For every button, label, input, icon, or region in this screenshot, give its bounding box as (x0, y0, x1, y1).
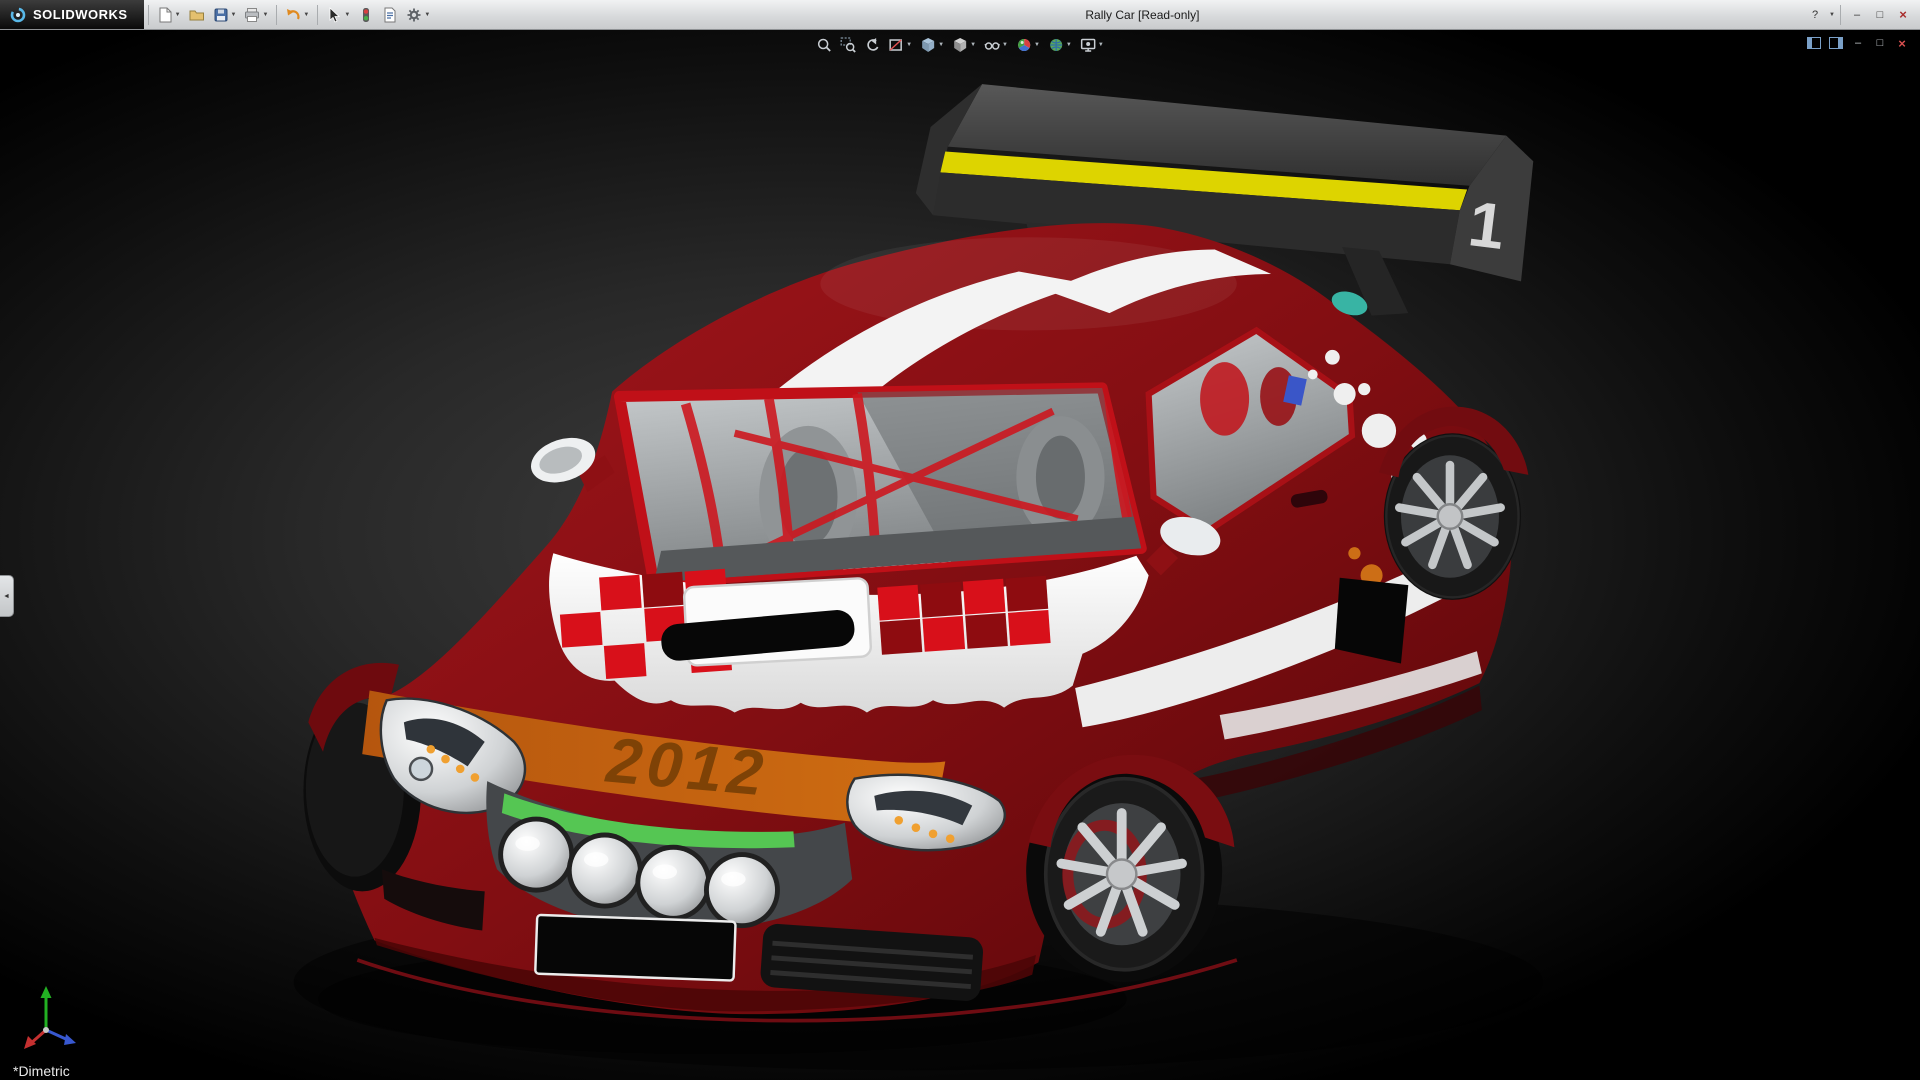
toolbar-separator (1840, 5, 1841, 25)
zoom-to-area-icon (840, 37, 856, 53)
view-orientation-button[interactable]: ▼ (917, 34, 947, 56)
select-button[interactable]: ▼ (323, 3, 353, 27)
print-button[interactable]: ▼ (241, 3, 271, 27)
left-pane-icon (1807, 37, 1821, 49)
new-document-icon (157, 7, 173, 23)
view-orientation-icon (920, 37, 936, 53)
help-button[interactable]: ? (1804, 5, 1826, 25)
titlebar: SOLIDWORKS ▼ ▼ ▼ (0, 0, 1920, 30)
save-button[interactable]: ▼ (210, 3, 240, 27)
open-folder-icon (189, 7, 205, 23)
view-orientation-label: *Dimetric (13, 1063, 70, 1079)
document-close-button[interactable]: × (1892, 34, 1912, 52)
print-icon (244, 7, 260, 23)
restore-button[interactable]: □ (1869, 5, 1891, 25)
hood-year-text: 2012 (603, 725, 771, 810)
display-style-button[interactable]: ▼ (949, 34, 979, 56)
show-feature-pane-button[interactable] (1804, 34, 1824, 52)
new-document-button[interactable]: ▼ (154, 3, 184, 27)
zoom-to-fit-icon (816, 37, 832, 53)
display-style-icon (952, 37, 968, 53)
dropdown-caret[interactable]: ▼ (938, 42, 944, 48)
view-settings-button[interactable]: ▼ (1077, 34, 1107, 56)
show-task-pane-button[interactable] (1826, 34, 1846, 52)
options-button[interactable]: ▼ (403, 3, 433, 27)
undo-icon (285, 7, 301, 23)
save-icon (213, 7, 229, 23)
document-minimize-button[interactable]: – (1848, 34, 1868, 52)
windshield[interactable] (619, 384, 1145, 582)
toolbar-separator (276, 5, 277, 25)
reference-triad (22, 982, 94, 1054)
dropdown-caret[interactable]: ▼ (970, 42, 976, 48)
dropdown-caret[interactable]: ▼ (424, 12, 430, 18)
dropdown-caret[interactable]: ▼ (231, 12, 237, 18)
dropdown-caret[interactable]: ▼ (906, 42, 912, 48)
rebuild-button[interactable] (355, 3, 377, 27)
file-properties-button[interactable] (379, 3, 401, 27)
document-title: Rally Car [Read-only] (1085, 8, 1199, 22)
dropdown-caret[interactable]: ▼ (1034, 42, 1040, 48)
close-button[interactable]: × (1892, 5, 1914, 25)
solidworks-logo-text: SOLIDWORKS (33, 7, 128, 22)
view-settings-icon (1080, 37, 1096, 53)
heads-up-view-toolbar: ▼ ▼ ▼ ▼ (812, 34, 1108, 56)
rally-car-model[interactable]: 1 (0, 29, 1920, 1080)
edit-appearance-button[interactable]: ▼ (1013, 34, 1043, 56)
dropdown-caret[interactable]: ▼ (303, 12, 309, 18)
solidworks-logo: SOLIDWORKS (0, 0, 144, 29)
section-view-icon (888, 37, 904, 53)
dropdown-caret[interactable]: ▼ (175, 12, 181, 18)
options-gear-icon (406, 7, 422, 23)
select-cursor-icon (326, 7, 342, 23)
dropdown-caret[interactable]: ▼ (344, 12, 350, 18)
open-button[interactable] (186, 3, 208, 27)
undo-button[interactable]: ▼ (282, 3, 312, 27)
previous-view-icon (864, 37, 880, 53)
graphics-viewport[interactable]: 1 (0, 29, 1920, 1080)
help-dropdown-caret[interactable]: ▼ (1829, 12, 1835, 18)
hood-scoop[interactable] (660, 578, 871, 666)
3ds-logo-icon (9, 6, 27, 24)
right-pane-icon (1829, 37, 1843, 49)
zoom-to-fit-button[interactable] (813, 34, 835, 56)
titlebar-controls: ? ▼ – □ × (1804, 5, 1920, 25)
dropdown-caret[interactable]: ▼ (1098, 42, 1104, 48)
document-window-controls: – □ × (1804, 34, 1912, 52)
license-plate[interactable] (535, 915, 735, 981)
toolbar-separator (148, 5, 149, 25)
hide-show-items-icon (984, 37, 1000, 53)
hide-show-items-button[interactable]: ▼ (981, 34, 1011, 56)
panel-expand-tab[interactable]: ◄ (0, 575, 14, 617)
dropdown-caret[interactable]: ▼ (1066, 42, 1072, 48)
file-properties-icon (382, 7, 398, 23)
document-restore-button[interactable]: □ (1870, 34, 1890, 52)
zoom-to-area-button[interactable] (837, 34, 859, 56)
section-view-button[interactable]: ▼ (885, 34, 915, 56)
toolbar-separator (317, 5, 318, 25)
apply-scene-button[interactable]: ▼ (1045, 34, 1075, 56)
apply-scene-icon (1048, 37, 1064, 53)
side-vent (1335, 578, 1408, 664)
dropdown-caret[interactable]: ▼ (1002, 42, 1008, 48)
edit-appearance-icon (1016, 37, 1032, 53)
previous-view-button[interactable] (861, 34, 883, 56)
rebuild-icon (358, 7, 374, 23)
dropdown-caret[interactable]: ▼ (262, 12, 268, 18)
minimize-button[interactable]: – (1846, 5, 1868, 25)
